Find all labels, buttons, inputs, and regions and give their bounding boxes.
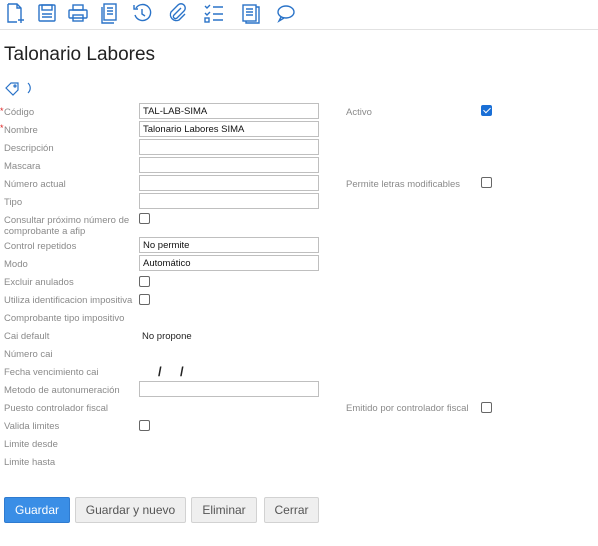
nombre-label: Nombre (4, 125, 38, 136)
eliminar-button[interactable]: Eliminar (191, 497, 257, 523)
toolbar (0, 0, 598, 30)
activo-label: Activo (346, 107, 372, 118)
permite-letras-label: Permite letras modificables (346, 179, 461, 190)
control-repetidos-select[interactable] (139, 237, 319, 253)
chevron-right-icon[interactable] (27, 82, 31, 94)
save-icon[interactable] (36, 2, 58, 24)
control-repetidos-label: Control repetidos (4, 241, 77, 252)
new-document-icon[interactable] (4, 2, 26, 24)
metodo-autonumeracion-field[interactable] (139, 381, 319, 397)
numero-actual-label: Número actual (4, 179, 66, 190)
codigo-label: Código (4, 107, 35, 118)
utiliza-impositiva-checkbox[interactable] (139, 294, 150, 305)
mascara-label: Mascara (4, 161, 41, 172)
numero-cai-label: Número cai (4, 349, 53, 360)
guardar-button[interactable]: Guardar (4, 497, 70, 523)
notes-icon[interactable] (240, 2, 262, 24)
tag-icon[interactable] (5, 82, 19, 96)
permite-letras-checkbox[interactable] (481, 177, 492, 188)
excluir-anulados-label: Excluir anulados (4, 277, 74, 288)
comprobante-tipo-impositivo-label: Comprobante tipo impositivo (4, 313, 125, 324)
cai-default-label: Cai default (4, 331, 50, 342)
modo-label: Modo (4, 259, 28, 270)
page-title: Talonario Labores (4, 44, 156, 65)
activo-checkbox[interactable] (481, 105, 492, 116)
comment-icon[interactable] (275, 2, 297, 24)
attachment-icon[interactable] (166, 2, 188, 24)
fecha-vencimiento-cai-label: Fecha vencimiento cai (4, 367, 99, 378)
descripcion-label: Descripción (4, 143, 54, 154)
guardar-y-nuevo-button[interactable]: Guardar y nuevo (75, 497, 186, 523)
limite-hasta-label: Limite hasta (4, 457, 56, 468)
limite-desde-label: Limite desde (4, 439, 58, 450)
date-separator[interactable]: / (158, 364, 162, 379)
emitido-controlador-checkbox[interactable] (481, 402, 492, 413)
history-icon[interactable] (131, 2, 153, 24)
date-separator[interactable]: / (180, 364, 184, 379)
nombre-field[interactable] (139, 121, 319, 137)
puesto-controlador-fiscal-label: Puesto controlador fiscal (4, 403, 109, 414)
checklist-icon[interactable] (203, 2, 225, 24)
cai-default-value: No propone (142, 331, 192, 342)
mascara-field[interactable] (139, 157, 319, 173)
tipo-field[interactable] (139, 193, 319, 209)
codigo-field[interactable] (139, 103, 319, 119)
modo-select[interactable] (139, 255, 319, 271)
consultar-afip-label-line1: Consultar próximo número de (4, 215, 130, 226)
consultar-afip-checkbox[interactable] (139, 213, 150, 224)
tipo-label: Tipo (4, 197, 23, 208)
descripcion-field[interactable] (139, 139, 319, 155)
required-mark: * (0, 123, 4, 133)
excluir-anulados-checkbox[interactable] (139, 276, 150, 287)
numero-actual-field[interactable] (139, 175, 319, 191)
emitido-controlador-label: Emitido por controlador fiscal (346, 403, 469, 414)
required-mark: * (0, 106, 4, 116)
utiliza-impositiva-label: Utiliza identificacion impositiva (4, 295, 133, 306)
copy-icon[interactable] (99, 2, 121, 24)
consultar-afip-label-line2: comprobante a afip (4, 226, 86, 237)
valida-limites-checkbox[interactable] (139, 420, 150, 431)
metodo-autonumeracion-label: Metodo de autonumeración (4, 385, 120, 396)
tag-row (4, 80, 38, 96)
print-icon[interactable] (67, 2, 89, 24)
valida-limites-label: Valida limites (4, 421, 60, 432)
cerrar-button[interactable]: Cerrar (264, 497, 319, 523)
